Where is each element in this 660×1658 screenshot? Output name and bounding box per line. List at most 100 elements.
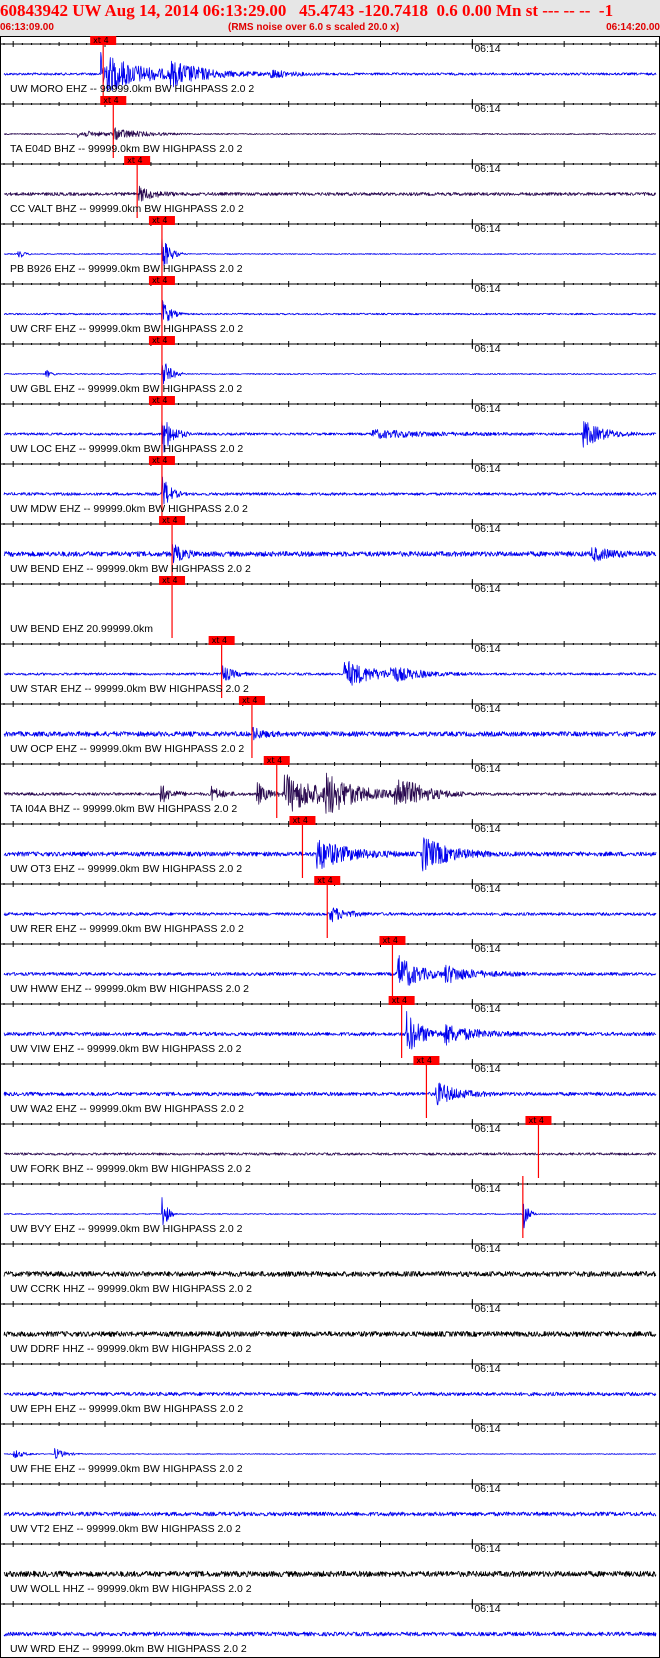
- waveform: [3, 1331, 657, 1337]
- trace-label: UW WRD EHZ -- 99999.0km BW HIGHPASS 2.0 …: [10, 1643, 247, 1655]
- minute-label: 06:14: [474, 403, 500, 415]
- trace-label: UW VT2 EHZ -- 99999.0km BW HIGHPASS 2.0 …: [10, 1523, 241, 1535]
- pick-label: xt 4: [152, 396, 168, 405]
- waveform: [3, 1448, 657, 1459]
- trace-label: UW FORK BHZ -- 99999.0km BW HIGHPASS 2.0…: [10, 1163, 251, 1175]
- trace-label: UW WA2 EHZ -- 99999.0km BW HIGHPASS 2.0 …: [10, 1103, 244, 1115]
- pick-label: xt 4: [392, 996, 408, 1005]
- pick-label: xt 4: [127, 156, 143, 165]
- minute-label: 06:14: [474, 943, 500, 955]
- event-title: 60843942 UW Aug 14, 2014 06:13:29.00 45.…: [0, 1, 614, 20]
- trace-row: 06:14 UW CCRK HHZ -- 99999.0km BW HIGHPAS…: [0, 1239, 660, 1295]
- minute-label: 06:14: [474, 1423, 500, 1435]
- pick-label: xt 4: [416, 1056, 432, 1065]
- trace-row: 06:14 xt 4 PB B926 EHZ -- 99999.0km BW HIG…: [0, 216, 660, 278]
- trace-row: 06:14 UW FHE EHZ -- 99999.0km BW HIGHPASS…: [0, 1419, 660, 1475]
- trace-row: 06:14 xt 4 UW VIW EHZ -- 99999.0km BW HIGH…: [0, 996, 660, 1058]
- minute-label: 06:14: [474, 883, 500, 895]
- trace-row: 06:14 UW WRD EHZ -- 99999.0km BW HIGHPASS…: [0, 1599, 660, 1655]
- trace-row: 06:14 xt 4 UW STAR EHZ -- 99999.0km BW HIG…: [0, 636, 660, 698]
- minute-label: 06:14: [474, 163, 500, 175]
- trace-row: 06:14 xt 4 TA I04A BHZ -- 99999.0km BW HIG…: [0, 756, 660, 818]
- waveform: [3, 363, 657, 385]
- trace-label: UW RER EHZ -- 99999.0km BW HIGHPASS 2.0 …: [10, 923, 244, 935]
- pick-label: xt 4: [242, 696, 258, 705]
- trace-label: UW OT3 EHZ -- 99999.0km BW HIGHPASS 2.0 …: [10, 863, 242, 875]
- trace-label: CC VALT BHZ -- 99999.0km BW HIGHPASS 2.0…: [10, 203, 244, 215]
- minute-label: 06:14: [474, 1603, 500, 1615]
- trace-row: 06:14 UW BVY EHZ -- 99999.0km BW HIGHPASS…: [0, 1176, 660, 1238]
- minute-label: 06:14: [474, 103, 500, 115]
- minute-label: 06:14: [474, 463, 500, 475]
- minute-label: 06:14: [474, 1243, 500, 1255]
- trace-label: UW BVY EHZ -- 99999.0km BW HIGHPASS 2.0 …: [10, 1223, 243, 1235]
- waveform: [3, 1570, 657, 1578]
- waveform: [3, 476, 657, 505]
- minute-label: 06:14: [474, 1183, 500, 1195]
- waveform: [3, 233, 657, 266]
- waveform: [3, 127, 657, 141]
- minute-label: 06:14: [474, 583, 500, 595]
- pick-label: xt 4: [152, 216, 168, 225]
- trace-row: 06:14 xt 4 UW OT3 EHZ -- 99999.0km BW HIGH…: [0, 816, 660, 878]
- trace-label: UW FHE EHZ -- 99999.0km BW HIGHPASS 2.0 …: [10, 1463, 243, 1475]
- trace-label: UW STAR EHZ -- 99999.0km BW HIGHPASS 2.0…: [10, 683, 249, 695]
- minute-label: 06:14: [474, 1543, 500, 1555]
- minute-label: 06:14: [474, 1363, 500, 1375]
- trace-label: UW OCP EHZ -- 99999.0km BW HIGHPASS 2.0 …: [10, 743, 244, 755]
- trace-label: UW MDW EHZ -- 99999.0km BW HIGHPASS 2.0 …: [10, 503, 248, 515]
- trace-label: UW BEND EHZ 20.99999.0km: [10, 623, 153, 635]
- pick-label: xt 4: [152, 336, 168, 345]
- waveform: [3, 955, 657, 986]
- trace-row: 06:14 UW VT2 EHZ -- 99999.0km BW HIGHPASS…: [0, 1479, 660, 1535]
- pick-label: xt 4: [292, 816, 308, 825]
- scaling-note: (RMS noise over 6.0 s scaled 20.0 x): [228, 22, 400, 33]
- waveform: [3, 1391, 657, 1397]
- minute-label: 06:14: [474, 43, 500, 55]
- trace-label: UW GBL EHZ -- 99999.0km BW HIGHPASS 2.0 …: [10, 383, 242, 395]
- waveform: [3, 544, 657, 564]
- trace-row: 06:14 UW EPH EHZ -- 99999.0km BW HIGHPASS…: [0, 1359, 660, 1415]
- trace-label: UW CRF EHZ -- 99999.0km BW HIGHPASS 2.0 …: [10, 323, 243, 335]
- pick-label: xt 4: [103, 96, 119, 105]
- minute-label: 06:14: [474, 523, 500, 535]
- trace-label: UW LOC EHZ -- 99999.0km BW HIGHPASS 2.0 …: [10, 443, 243, 455]
- trace-row: 06:14 xt 4 UW FORK BHZ -- 99999.0km BW HIG…: [0, 1116, 660, 1178]
- waveform: [3, 185, 657, 202]
- waveform: [3, 1511, 657, 1517]
- minute-label: 06:14: [474, 763, 500, 775]
- pick-label: xt 4: [162, 516, 178, 525]
- trace-row: 06:14 xt 4 UW HWW EHZ -- 99999.0km BW HIGH…: [0, 936, 660, 998]
- trace-row: 06:14 xt 4 UW OCP EHZ -- 99999.0km BW HIGH…: [0, 696, 660, 758]
- pick-label: xt 4: [317, 876, 333, 885]
- minute-label: 06:14: [474, 1123, 500, 1135]
- trace-label: UW DDRF HHZ -- 99999.0km BW HIGHPASS 2.0…: [10, 1343, 252, 1355]
- trace-label: UW VIW EHZ -- 99999.0km BW HIGHPASS 2.0 …: [10, 1043, 242, 1055]
- waveform: [3, 1631, 657, 1637]
- trace-row: 06:14 xt 4 UW CRF EHZ -- 99999.0km BW HIGH…: [0, 276, 660, 338]
- minute-label: 06:14: [474, 223, 500, 235]
- trace-row: 06:14 xt 4 TA E04D BHZ -- 99999.0km BW HIG…: [0, 96, 660, 158]
- minute-label: 06:14: [474, 823, 500, 835]
- trace-label: UW WOLL HHZ -- 99999.0km BW HIGHPASS 2.0…: [10, 1583, 252, 1595]
- minute-label: 06:14: [474, 1063, 500, 1075]
- seismogram-plot: 06:14xt 4UW MORO EHZ -- 99999.0km BW HIG…: [0, 36, 660, 1658]
- minute-label: 06:14: [474, 343, 500, 355]
- trace-row: 06:14 UW WOLL HHZ -- 99999.0km BW HIGHPAS…: [0, 1539, 660, 1595]
- trace-row: 06:14 xt 4 UW BEND EHZ -- 99999.0km BW HIG…: [0, 516, 660, 578]
- pick-label: xt 4: [528, 1116, 544, 1125]
- trace-label: UW HWW EHZ -- 99999.0km BW HIGHPASS 2.0 …: [10, 983, 249, 995]
- waveform: [3, 661, 657, 686]
- minute-label: 06:14: [474, 1483, 500, 1495]
- pick-label: xt 4: [152, 456, 168, 465]
- trace-label: UW BEND EHZ -- 99999.0km BW HIGHPASS 2.0…: [10, 563, 251, 575]
- trace-row: 06:14 xt 4 UW LOC EHZ -- 99999.0km BW HIGH…: [0, 396, 660, 458]
- trace-row: 06:14 xt 4 UW MDW EHZ -- 99999.0km BW HIGH…: [0, 456, 660, 518]
- minute-label: 06:14: [474, 643, 500, 655]
- trace-row: 06:14 xt 4 UW GBL EHZ -- 99999.0km BW HIGH…: [0, 336, 660, 398]
- trace-label: TA E04D BHZ -- 99999.0km BW HIGHPASS 2.0…: [10, 143, 243, 155]
- waveform: [3, 1271, 657, 1277]
- pick-label: xt 4: [267, 756, 283, 765]
- start-time: 06:13:09.00: [0, 22, 54, 33]
- trace-row: 06:14 xt 4 CC VALT BHZ -- 99999.0km BW HIG…: [0, 156, 660, 218]
